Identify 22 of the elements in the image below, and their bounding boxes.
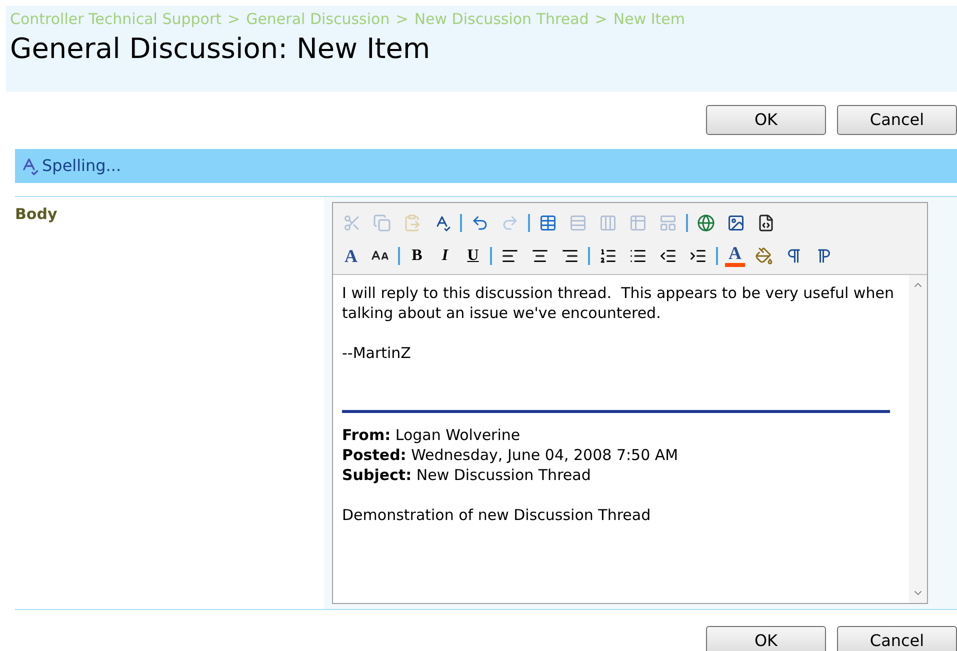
font-color-button[interactable]: A — [721, 242, 749, 268]
quote-body-text: Demonstration of new Discussion Thread — [342, 505, 652, 525]
italic-button[interactable]: I — [431, 242, 459, 268]
quote-header-line: From: Logan Wolverine — [342, 425, 522, 445]
spelling-button[interactable]: Spelling... — [19, 154, 122, 178]
quote-header-line: Posted: Wednesday, June 04, 2008 7:50 AM — [342, 445, 680, 465]
breadcrumb-separator: > — [594, 9, 608, 30]
quote-header-line: Subject: New Discussion Thread — [342, 465, 592, 485]
cancel-button[interactable]: Cancel — [837, 105, 957, 135]
page-title: General Discussion: New Item — [10, 30, 432, 66]
cancel-button[interactable]: Cancel — [837, 626, 957, 651]
field-label: Body — [15, 204, 58, 225]
underline-button[interactable]: U — [459, 242, 487, 268]
ok-button[interactable]: OK — [706, 626, 826, 651]
reply-text: I will reply to this discussion thread. This appears to be very useful when talking about an issue we've encountered. — [342, 283, 895, 323]
breadcrumb-separator: > — [228, 9, 240, 30]
breadcrumb-separator: > — [396, 9, 408, 30]
ok-button[interactable]: OK — [706, 105, 826, 135]
font-button[interactable]: A — [337, 242, 365, 268]
scrollbar[interactable] — [909, 275, 927, 603]
signature-text: --MartinZ — [342, 343, 412, 363]
bold-button[interactable]: B — [403, 242, 431, 268]
